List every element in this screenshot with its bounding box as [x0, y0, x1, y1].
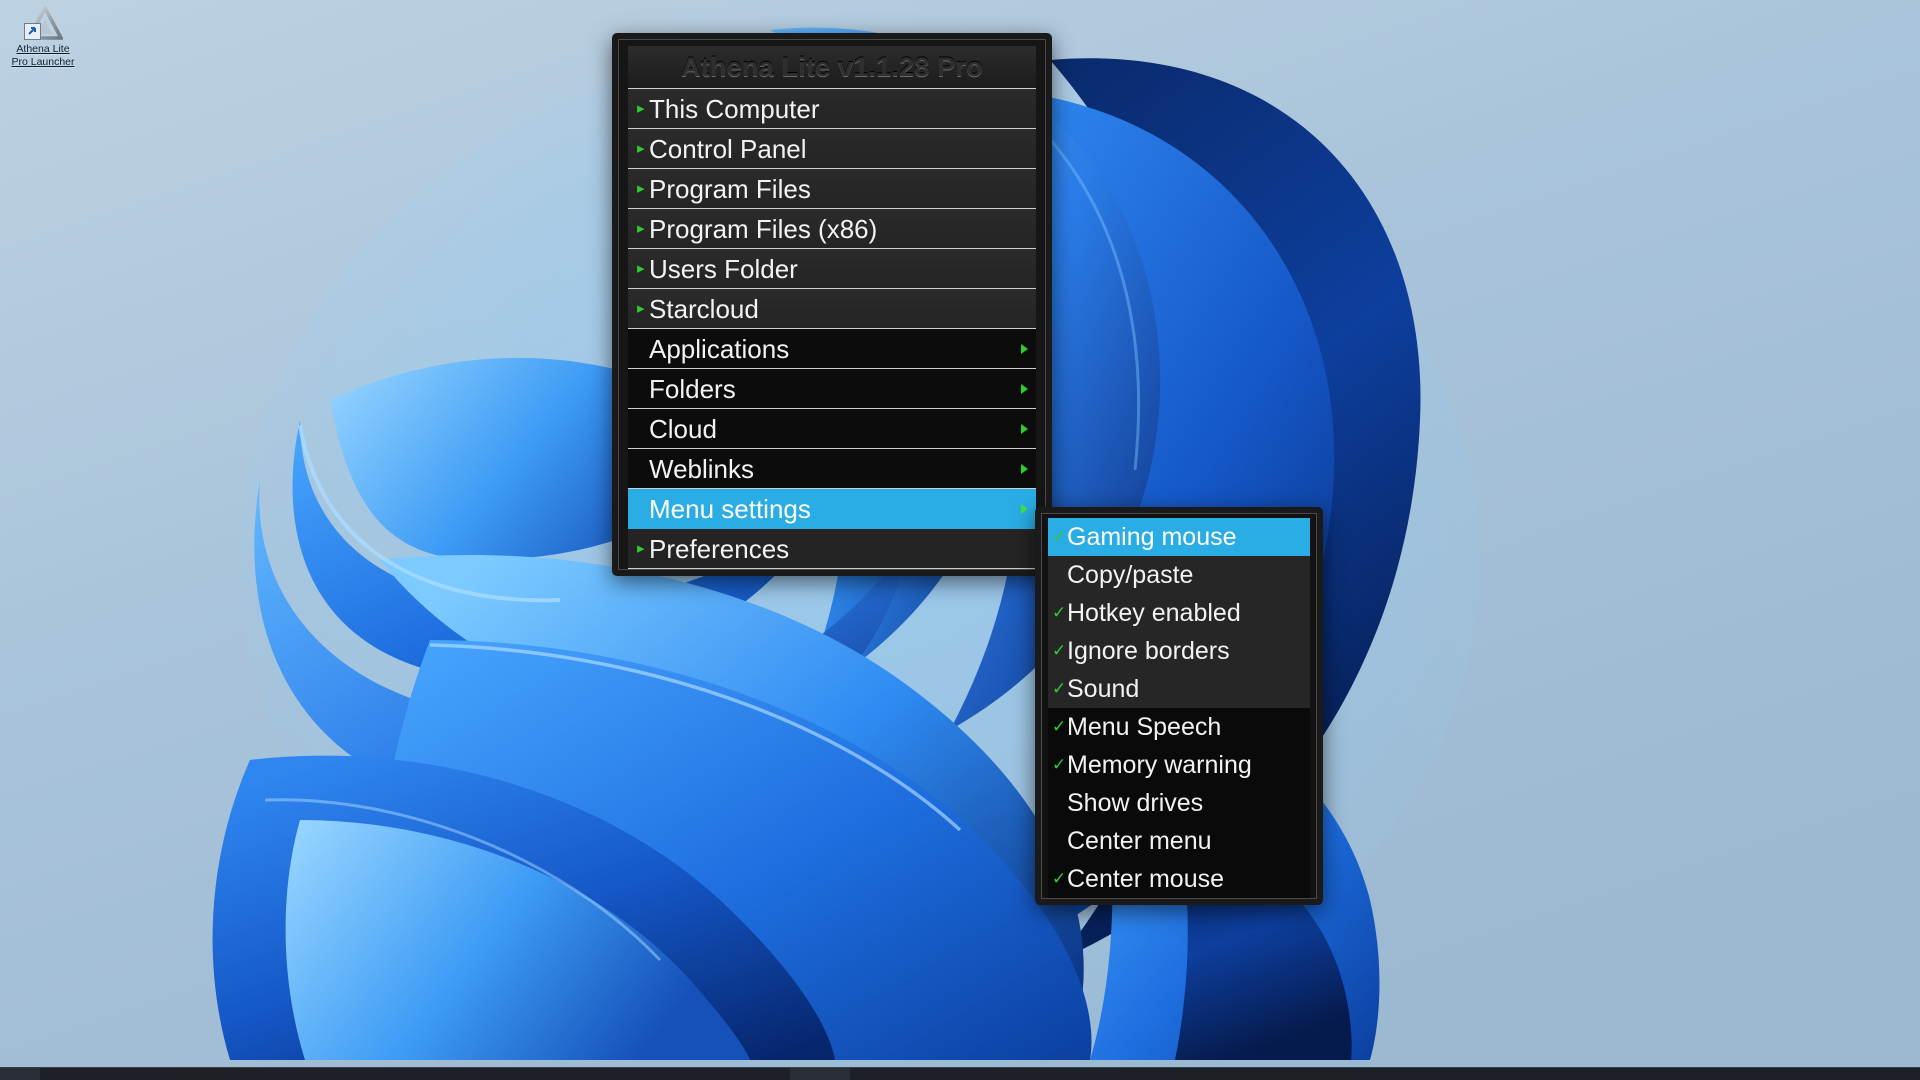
menu-item-program-files[interactable]: ▸Program Files — [628, 169, 1036, 209]
submenu-item-show-drives[interactable]: ✓Show drives — [1048, 784, 1310, 822]
menu-group-selected: ▸Menu settings — [619, 489, 1045, 529]
shortcut-arrow-icon — [24, 23, 41, 40]
menu-item-label: Preferences — [649, 529, 789, 569]
menu-item-label: Folders — [649, 369, 736, 409]
menu-item-label: Program Files — [649, 169, 811, 209]
checkmark-icon: ✓ — [1052, 860, 1067, 898]
submenu-item-label: Center mouse — [1067, 865, 1224, 893]
submenu-inner: ✓Gaming mouse ✓Copy/paste ✓Hotkey enable… — [1041, 513, 1317, 899]
menu-item-menu-settings[interactable]: ▸Menu settings — [628, 489, 1036, 529]
menu-item-label: Control Panel — [649, 129, 807, 169]
menu-group-top: ▸This Computer ▸Control Panel ▸Program F… — [619, 89, 1045, 329]
chevron-right-icon — [1021, 464, 1028, 474]
checkmark-icon: ✓ — [1052, 632, 1067, 670]
submenu-item-copy-paste[interactable]: ✓Copy/paste — [1048, 556, 1310, 594]
menu-item-label: Starcloud — [649, 289, 759, 329]
bullet-spacer: ▸ — [637, 329, 649, 369]
checkmark-placeholder: ✓ — [1052, 784, 1067, 822]
menu-item-preferences[interactable]: ▸Preferences — [628, 529, 1036, 569]
desktop[interactable]: Athena Lite Pro Launcher Athena Lite v1.… — [0, 0, 1920, 1080]
desktop-icon-athena-lite-pro-launcher[interactable]: Athena Lite Pro Launcher — [4, 6, 82, 68]
bullet-arrow-icon: ▸ — [637, 169, 649, 209]
menu-item-label: Menu settings — [649, 489, 811, 529]
submenu-item-center-menu[interactable]: ✓Center menu — [1048, 822, 1310, 860]
bullet-spacer: ▸ — [637, 369, 649, 409]
bullet-arrow-icon: ▸ — [637, 529, 649, 569]
submenu-item-memory-warning[interactable]: ✓Memory warning — [1048, 746, 1310, 784]
submenu-item-ignore-borders[interactable]: ✓Ignore borders — [1048, 632, 1310, 670]
submenu-group-b: ✓Menu Speech ✓Memory warning ✓Show drive… — [1042, 708, 1316, 898]
submenu-item-label: Memory warning — [1067, 751, 1252, 779]
menu-group-mid: ▸Applications ▸Folders ▸Cloud ▸Weblinks — [619, 329, 1045, 489]
bullet-arrow-icon: ▸ — [637, 209, 649, 249]
menu-item-this-computer[interactable]: ▸This Computer — [628, 89, 1036, 129]
menu-title: Athena Lite v1.1.28 Pro — [628, 46, 1036, 89]
menu-item-folders[interactable]: ▸Folders — [628, 369, 1036, 409]
menu-settings-submenu-panel[interactable]: ✓Gaming mouse ✓Copy/paste ✓Hotkey enable… — [1035, 507, 1323, 905]
taskbar[interactable] — [0, 1067, 1920, 1080]
main-menu-panel[interactable]: Athena Lite v1.1.28 Pro ▸This Computer ▸… — [612, 33, 1052, 576]
menu-item-control-panel[interactable]: ▸Control Panel — [628, 129, 1036, 169]
submenu-item-label: Gaming mouse — [1067, 523, 1237, 551]
checkmark-icon: ✓ — [1052, 708, 1067, 746]
submenu-item-label: Center menu — [1067, 827, 1212, 855]
checkmark-icon: ✓ — [1052, 746, 1067, 784]
menu-item-label: Cloud — [649, 409, 717, 449]
bullet-spacer: ▸ — [637, 449, 649, 489]
menu-item-applications[interactable]: ▸Applications — [628, 329, 1036, 369]
submenu-item-label: Copy/paste — [1067, 561, 1193, 589]
chevron-right-icon — [1021, 384, 1028, 394]
menu-item-label: Program Files (x86) — [649, 209, 877, 249]
desktop-icon-label: Athena Lite Pro Launcher — [4, 43, 82, 68]
checkmark-icon: ✓ — [1052, 670, 1067, 708]
bullet-arrow-icon: ▸ — [637, 89, 649, 129]
menu-item-label: Users Folder — [649, 249, 798, 289]
submenu-item-menu-speech[interactable]: ✓Menu Speech — [1048, 708, 1310, 746]
taskbar-segment-left — [0, 1068, 40, 1080]
taskbar-segment-mid — [790, 1068, 850, 1080]
submenu-item-label: Menu Speech — [1067, 713, 1221, 741]
submenu-item-label: Hotkey enabled — [1067, 599, 1241, 627]
desktop-icon-label-line2: Pro Launcher — [11, 56, 74, 68]
menu-item-label: Weblinks — [649, 449, 754, 489]
menu-item-users-folder[interactable]: ▸Users Folder — [628, 249, 1036, 289]
submenu-item-label: Show drives — [1067, 789, 1203, 817]
triangle-logo-icon — [23, 6, 63, 40]
submenu-item-sound[interactable]: ✓Sound — [1048, 670, 1310, 708]
menu-group-bottom: ▸Preferences — [619, 529, 1045, 569]
main-menu-inner: Athena Lite v1.1.28 Pro ▸This Computer ▸… — [618, 39, 1046, 570]
bullet-spacer: ▸ — [637, 489, 649, 529]
checkmark-placeholder: ✓ — [1052, 556, 1067, 594]
checkmark-icon: ✓ — [1052, 594, 1067, 632]
menu-item-weblinks[interactable]: ▸Weblinks — [628, 449, 1036, 489]
bullet-spacer: ▸ — [637, 409, 649, 449]
submenu-item-center-mouse[interactable]: ✓Center mouse — [1048, 860, 1310, 898]
chevron-right-icon — [1021, 424, 1028, 434]
checkmark-icon: ✓ — [1052, 518, 1067, 556]
menu-item-cloud[interactable]: ▸Cloud — [628, 409, 1036, 449]
bullet-arrow-icon: ▸ — [637, 289, 649, 329]
submenu-item-label: Sound — [1067, 675, 1139, 703]
menu-item-program-files-x86[interactable]: ▸Program Files (x86) — [628, 209, 1036, 249]
checkmark-placeholder: ✓ — [1052, 822, 1067, 860]
submenu-item-gaming-mouse[interactable]: ✓Gaming mouse — [1048, 518, 1310, 556]
submenu-group-a: ✓Gaming mouse ✓Copy/paste ✓Hotkey enable… — [1042, 518, 1316, 708]
submenu-item-label: Ignore borders — [1067, 637, 1230, 665]
menu-item-label: Applications — [649, 329, 789, 369]
chevron-right-icon — [1021, 504, 1028, 514]
submenu-item-hotkey-enabled[interactable]: ✓Hotkey enabled — [1048, 594, 1310, 632]
menu-item-starcloud[interactable]: ▸Starcloud — [628, 289, 1036, 329]
chevron-right-icon — [1021, 344, 1028, 354]
bullet-arrow-icon: ▸ — [637, 249, 649, 289]
menu-item-label: This Computer — [649, 89, 820, 129]
bullet-arrow-icon: ▸ — [637, 129, 649, 169]
desktop-icon-label-line1: Athena Lite — [16, 43, 69, 55]
